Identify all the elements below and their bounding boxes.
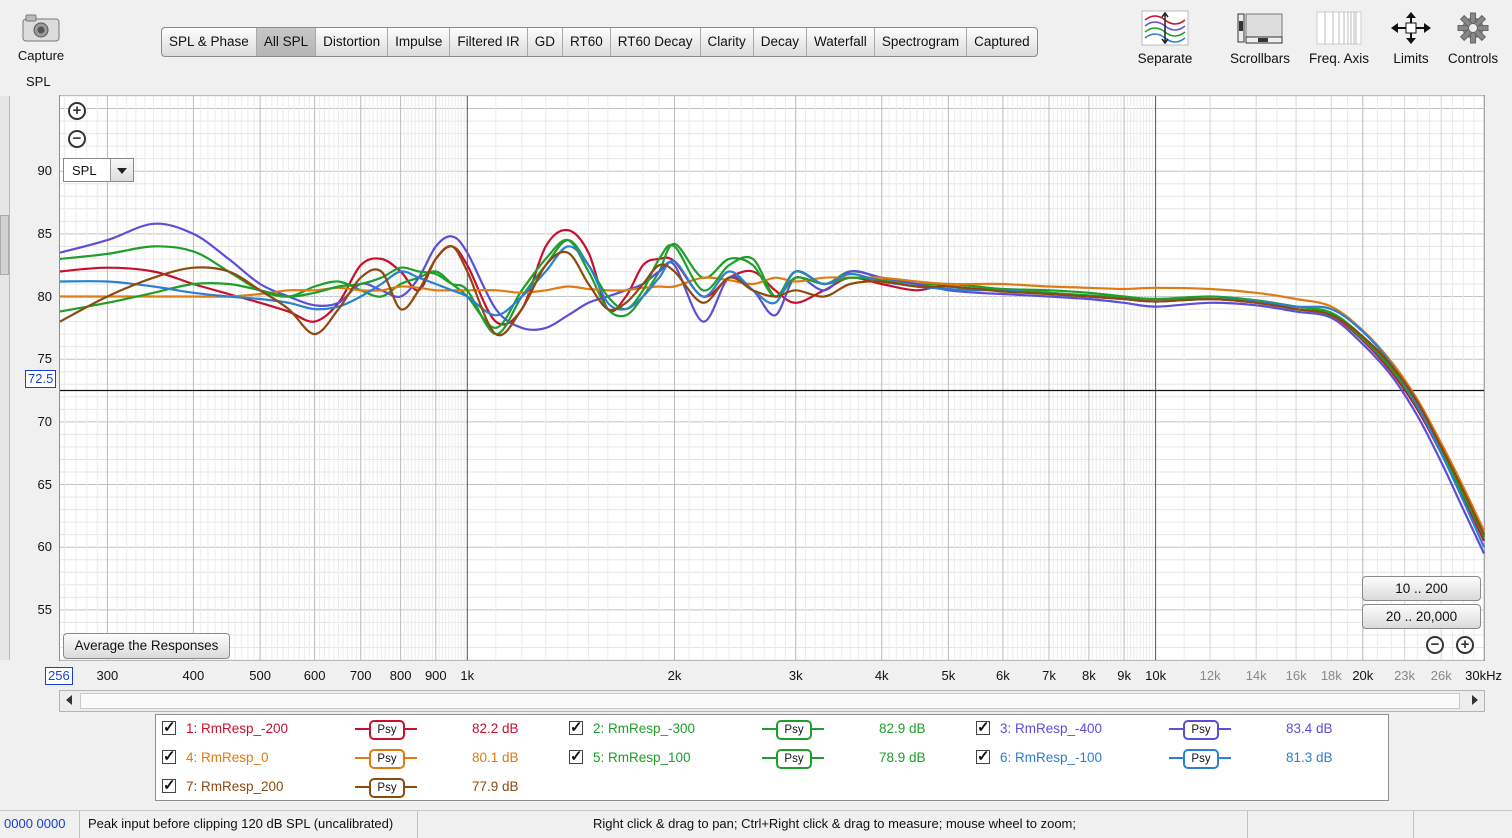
x-tick-label: 9k (1117, 668, 1131, 683)
legend-line-sample[interactable]: Psy (1169, 720, 1231, 740)
x-tick-label: 14k (1245, 668, 1267, 683)
y-tick-label: 65 (37, 476, 52, 492)
zoom-in-icon[interactable]: + (68, 102, 86, 120)
x-tick-label: 2k (667, 668, 682, 683)
status-cell-empty-2 (1414, 811, 1512, 838)
legend-line-sample[interactable]: Psy (355, 720, 417, 740)
legend-series-name[interactable]: 6: RmResp_-100 (1000, 750, 1102, 765)
legend-checkbox[interactable] (976, 747, 990, 765)
psy-tag: Psy (369, 778, 405, 798)
y-tick-label: 80 (37, 288, 52, 304)
psy-tag: Psy (776, 720, 812, 740)
chevron-down-icon[interactable] (110, 159, 133, 181)
x-tick-label: 16k (1285, 668, 1307, 683)
legend-line-sample[interactable]: Psy (1169, 749, 1231, 769)
x-tick-label: 800 (389, 668, 412, 683)
x-tick-label: 400 (182, 668, 205, 683)
legend-checkbox[interactable] (162, 718, 176, 736)
x-tick-label: 7k (1042, 668, 1056, 683)
legend-checkbox[interactable] (162, 747, 176, 765)
legend-average-value: 81.3 dB (1286, 750, 1333, 765)
zoom-out-icon[interactable]: − (68, 130, 86, 148)
x-tick-label: 700 (349, 668, 372, 683)
scroll-right-icon[interactable] (1472, 695, 1478, 705)
legend-checkbox[interactable] (162, 776, 176, 794)
legend-line-sample[interactable]: Psy (355, 749, 417, 769)
legend-average-value: 78.9 dB (879, 750, 926, 765)
x-tick-label: 4k (874, 668, 889, 683)
status-hint: Right click & drag to pan; Ctrl+Right cl… (418, 811, 1248, 838)
x-tick-label: 20k (1352, 668, 1374, 683)
y-tick-label: 60 (37, 539, 52, 555)
x-zoom-in-icon[interactable]: + (1456, 636, 1474, 654)
legend-average-value: 83.4 dB (1286, 721, 1333, 736)
x-tick-label: 23k (1394, 668, 1416, 683)
horizontal-scrollbar[interactable] (59, 690, 1485, 712)
legend-line-sample[interactable]: Psy (762, 720, 824, 740)
x-tick-label: 10k (1145, 668, 1167, 683)
x-zoom-out-icon[interactable]: − (1426, 636, 1444, 654)
psy-tag: Psy (1183, 749, 1219, 769)
status-cell-empty-1 (1248, 811, 1414, 838)
legend-average-value: 82.9 dB (879, 721, 926, 736)
legend-line-sample[interactable]: Psy (762, 749, 824, 769)
legend-series-name[interactable]: 7: RmResp_200 (186, 779, 284, 794)
legend-series-name[interactable]: 5: RmResp_100 (593, 750, 691, 765)
legend-line-sample[interactable]: Psy (355, 778, 417, 798)
legend-checkbox[interactable] (569, 747, 583, 765)
psy-tag: Psy (1183, 720, 1219, 740)
x-tick-label: 3k (788, 668, 803, 683)
x-tick-label: 5k (941, 668, 956, 683)
y-tick-label: 90 (37, 163, 52, 179)
x-tick-label: 900 (424, 668, 447, 683)
status-level-readout: 0000 0000 (0, 811, 80, 838)
status-bar: 0000 0000 Peak input before clipping 120… (0, 810, 1512, 838)
graph-type-value: SPL (72, 163, 97, 178)
status-peak-message: Peak input before clipping 120 dB SPL (u… (80, 811, 418, 838)
cursor-y-readout: 72.5 (25, 370, 57, 388)
range-10-200-button[interactable]: 10 .. 200 (1362, 576, 1481, 601)
x-tick-label: 300 (96, 668, 119, 683)
legend-checkbox[interactable] (976, 718, 990, 736)
graph-type-dropdown[interactable]: SPL (63, 158, 134, 182)
legend-checkbox[interactable] (569, 718, 583, 736)
average-responses-button[interactable]: Average the Responses (63, 633, 230, 659)
legend-series-name[interactable]: 4: RmResp_0 (186, 750, 269, 765)
series-line-3 (59, 222, 1485, 554)
x-tick-label: 6k (996, 668, 1010, 683)
x-tick-label: 30kHz (1465, 668, 1502, 683)
series-line-1 (59, 228, 1485, 542)
legend-series-name[interactable]: 2: RmResp_-300 (593, 721, 695, 736)
legend-average-value: 82.2 dB (472, 721, 519, 736)
legend-series-name[interactable]: 1: RmResp_-200 (186, 721, 288, 736)
legend-average-value: 77.9 dB (472, 779, 519, 794)
legend-average-value: 80.1 dB (472, 750, 519, 765)
x-tick-label: 500 (249, 668, 271, 683)
horizontal-scrollbar-thumb[interactable] (80, 693, 1460, 709)
psy-tag: Psy (369, 720, 405, 740)
psy-tag: Psy (369, 749, 405, 769)
x-tick-label: 12k (1199, 668, 1221, 683)
scroll-left-icon[interactable] (66, 695, 72, 705)
y-tick-label: 55 (37, 601, 52, 617)
y-tick-label: 85 (37, 225, 52, 241)
cursor-x-readout: 256 (45, 667, 73, 685)
psy-tag: Psy (776, 749, 812, 769)
x-tick-label: 8k (1082, 668, 1096, 683)
x-tick-label: 600 (303, 668, 326, 683)
x-tick-label: 18k (1320, 668, 1342, 683)
y-tick-label: 75 (37, 351, 52, 367)
y-tick-label: 70 (37, 413, 52, 429)
series-line-5 (59, 239, 1485, 538)
range-20-20000-button[interactable]: 20 .. 20,000 (1362, 604, 1481, 629)
x-tick-label: 1k (460, 668, 475, 683)
legend-series-name[interactable]: 3: RmResp_-400 (1000, 721, 1102, 736)
x-tick-label: 26k (1430, 668, 1452, 683)
